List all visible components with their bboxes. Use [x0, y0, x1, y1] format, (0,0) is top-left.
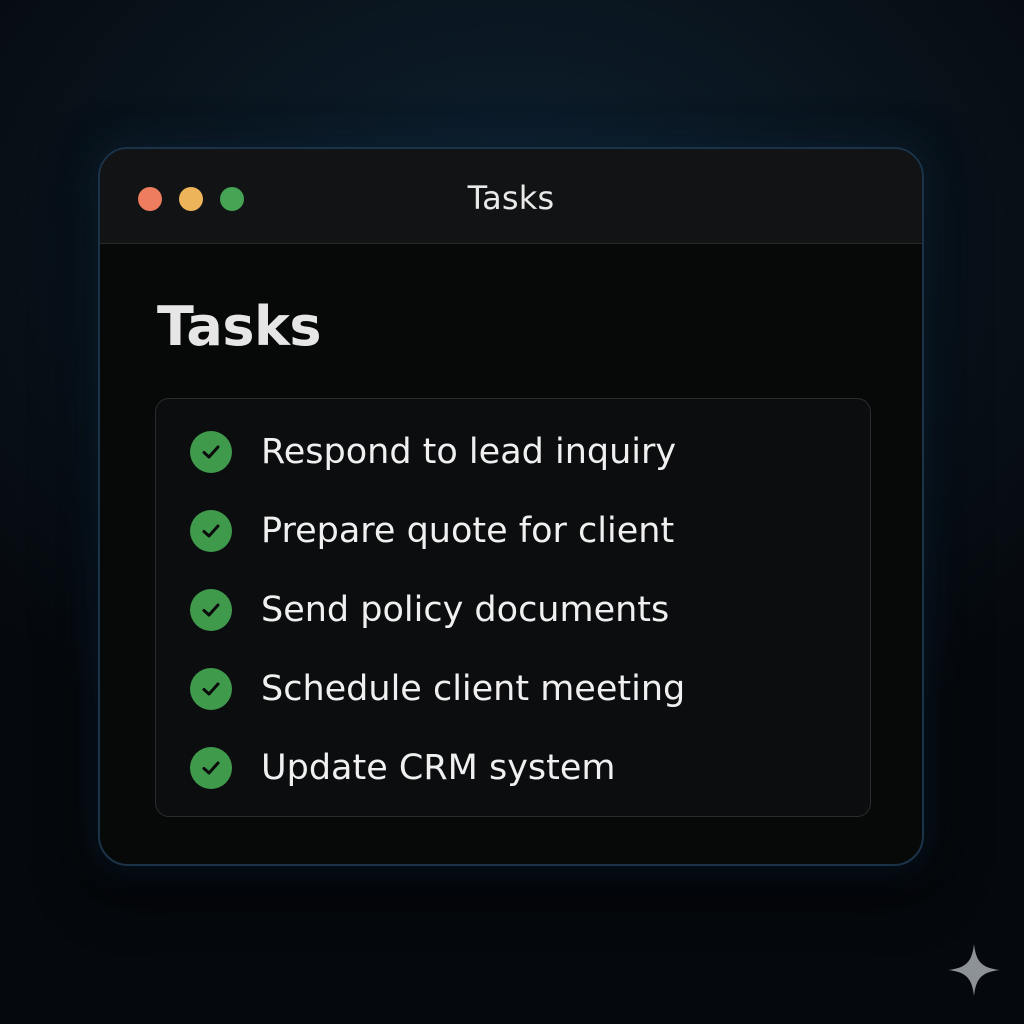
task-item[interactable]: Update CRM system [190, 746, 616, 790]
check-circle-icon[interactable] [190, 747, 232, 789]
task-item[interactable]: Prepare quote for client [190, 509, 674, 553]
task-label: Schedule client meeting [261, 669, 686, 709]
task-label: Prepare quote for client [261, 511, 675, 551]
task-list: Respond to lead inquiry Prepare quote fo… [155, 398, 871, 817]
window-title: Tasks [467, 179, 555, 217]
task-label: Respond to lead inquiry [261, 432, 677, 472]
task-label: Send policy documents [261, 590, 670, 630]
page-title: Tasks [157, 295, 322, 358]
check-circle-icon[interactable] [190, 510, 232, 552]
task-item[interactable]: Respond to lead inquiry [190, 430, 676, 474]
task-label: Update CRM system [261, 748, 616, 788]
check-circle-icon[interactable] [190, 668, 232, 710]
task-item[interactable]: Send policy documents [190, 588, 669, 632]
title-bar: Tasks [100, 149, 922, 244]
task-item[interactable]: Schedule client meeting [190, 667, 685, 711]
check-circle-icon[interactable] [190, 431, 232, 473]
tasks-window: Tasks Tasks Respond to lead inquiry Prep… [98, 147, 924, 866]
check-circle-icon[interactable] [190, 589, 232, 631]
sparkle-icon [948, 944, 1000, 996]
